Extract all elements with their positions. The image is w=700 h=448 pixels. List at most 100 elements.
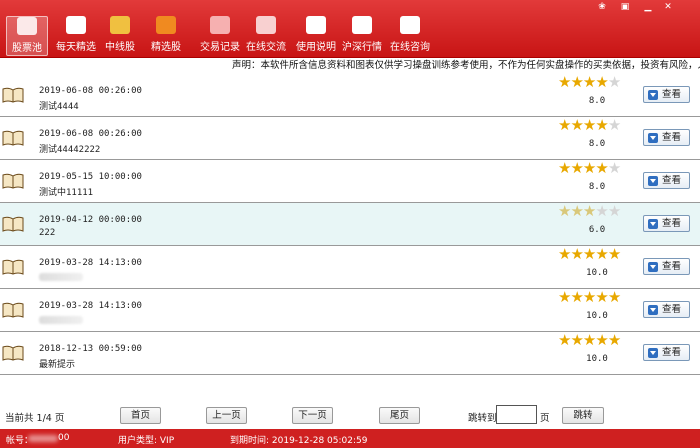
user-type: 用户类型: VIP [118,436,175,446]
star-icon: ★ [558,331,571,349]
jump-page-input[interactable] [496,405,537,424]
tool-label: 精选股 [151,42,181,53]
skin-icon[interactable]: ❀ [594,2,610,12]
star-icon: ★ [582,245,596,263]
star-icon: ★ [595,73,608,91]
star-icon: ★ [595,245,608,263]
star-icon: ★ [570,116,583,134]
tool-label: 在线交流 [246,42,286,53]
star-icon: ★ [607,73,621,91]
book-icon [2,216,24,232]
pager: 当前共 1/4 页 首页 上一页 下一页 尾页 跳转到 页 跳转 [0,400,700,428]
download-icon [648,176,658,186]
star-icon: ★ [570,331,583,349]
rating-stars: ★★★★★ [558,289,634,305]
item-title: 测试4444 [39,102,79,112]
item-score: 8.0 [588,96,606,106]
next-page-button[interactable]: 下一页 [292,407,333,424]
close-icon[interactable]: ✕ [660,2,676,12]
rating-stars: ★★★★★ [558,332,634,348]
star-icon: ★ [595,331,608,349]
view-button[interactable]: 查看 [643,129,690,146]
list-item[interactable]: 2019-06-08 00:26:00 测试44442222 ★★★★★ 8.0 查看 [0,117,700,160]
pen-icon [210,16,230,34]
star-icon: ★ [558,116,571,134]
view-button-label: 查看 [662,89,682,100]
list-item[interactable]: 2019-05-15 10:00:00 测试中11111 ★★★★★ 8.0 查看 [0,160,700,203]
item-date: 2019-06-08 00:26:00 [39,129,142,139]
item-score: 6.0 [588,225,606,235]
tool-label: 在线咨询 [390,42,430,53]
star-icon: ★ [607,288,621,306]
item-date: 2019-05-15 10:00:00 [39,172,142,182]
list-item[interactable]: 2019-06-08 00:26:00 测试4444 ★★★★★ 8.0 查看 [0,74,700,117]
tool-6[interactable]: 使用说明 [292,16,340,56]
view-button-label: 查看 [662,218,682,229]
download-icon [648,348,658,358]
star-icon: ★ [607,159,621,177]
view-button[interactable]: 查看 [643,215,690,232]
jump-button[interactable]: 跳转 [562,407,604,424]
view-button[interactable]: 查看 [643,344,690,361]
view-button-label: 查看 [662,347,682,358]
list-item[interactable]: 2018-12-13 00:59:00 最新提示 ★★★★★ 10.0 查看 [0,332,700,375]
view-button[interactable]: 查看 [643,301,690,318]
item-title: 测试中11111 [39,188,94,198]
star-icon: ★ [558,245,571,263]
item-score: 8.0 [588,182,606,192]
list-item[interactable]: 2019-03-28 14:13:00 ★★★★★ 10.0 查看 [0,289,700,332]
star-icon: ★ [570,245,583,263]
rating-stars: ★★★★★ [558,203,634,219]
star-icon: ★ [558,202,571,220]
tool-5[interactable]: 在线交流 [242,16,290,56]
star-icon: ★ [595,288,608,306]
view-button-label: 查看 [662,132,682,143]
item-title [39,273,83,281]
item-title: 222 [39,228,56,238]
book-icon [2,259,24,275]
item-score: 8.0 [588,139,606,149]
rating-stars: ★★★★★ [558,246,634,262]
tool-2[interactable]: 中线股 [99,16,141,56]
main-toolbar: 股票池 每天精选 中线股 精选股 交易记录 在线交流 使用说明 沪深行情 在线咨询 ❀ ▣ ▁ … [0,0,700,58]
item-title [39,316,83,324]
star-icon: ★ [582,331,596,349]
book-icon [110,16,130,34]
item-date: 2018-12-13 00:59:00 [39,344,142,354]
jump-label: 跳转到 [468,413,497,424]
rating-stars: ★★★★★ [558,160,634,176]
disclaimer-text: 声明：本软件所含信息资料和图表仅供学习操盘训练参考使用，不作为任何实盘操作的买卖… [232,60,700,71]
prev-page-button[interactable]: 上一页 [206,407,247,424]
book-icon [2,345,24,361]
tool-3[interactable]: 精选股 [145,16,187,56]
rating-stars: ★★★★★ [558,74,634,90]
account-redacted [28,435,58,442]
status-bar: 帐号： 00 用户类型: VIP 到期时间: 2019-12-28 05:02:… [0,429,700,448]
tool-1[interactable]: 每天精选 [52,16,100,56]
view-button[interactable]: 查看 [643,258,690,275]
download-icon [648,90,658,100]
view-button[interactable]: 查看 [643,172,690,189]
stock-list: 2019-06-08 00:26:00 测试4444 ★★★★★ 8.0 查看 2019-… [0,74,700,375]
tool-7[interactable]: 沪深行情 [338,16,386,56]
last-page-button[interactable]: 尾页 [379,407,420,424]
tool-0[interactable]: 股票池 [6,16,48,56]
view-button-label: 查看 [662,175,682,186]
expiry-time: 到期时间: 2019-12-28 05:02:59 [230,436,368,446]
account-suffix: 00 [58,433,70,443]
rss-icon [156,16,176,34]
tool-label: 沪深行情 [342,42,382,53]
minimize-icon[interactable]: ▁ [640,2,656,12]
jump-unit: 页 [540,413,550,424]
view-button[interactable]: 查看 [643,86,690,103]
restore-icon[interactable]: ▣ [617,2,633,12]
item-date: 2019-06-08 00:26:00 [39,86,142,96]
list-item[interactable]: 2019-04-12 00:00:00 222 ★★★★★ 6.0 查看 [0,203,700,246]
tool-4[interactable]: 交易记录 [196,16,244,56]
list-item[interactable]: 2019-03-28 14:13:00 ★★★★★ 10.0 查看 [0,246,700,289]
rating-stars: ★★★★★ [558,117,634,133]
support-icon [400,16,420,34]
star-icon: ★ [582,288,596,306]
first-page-button[interactable]: 首页 [120,407,161,424]
tool-8[interactable]: 在线咨询 [386,16,434,56]
